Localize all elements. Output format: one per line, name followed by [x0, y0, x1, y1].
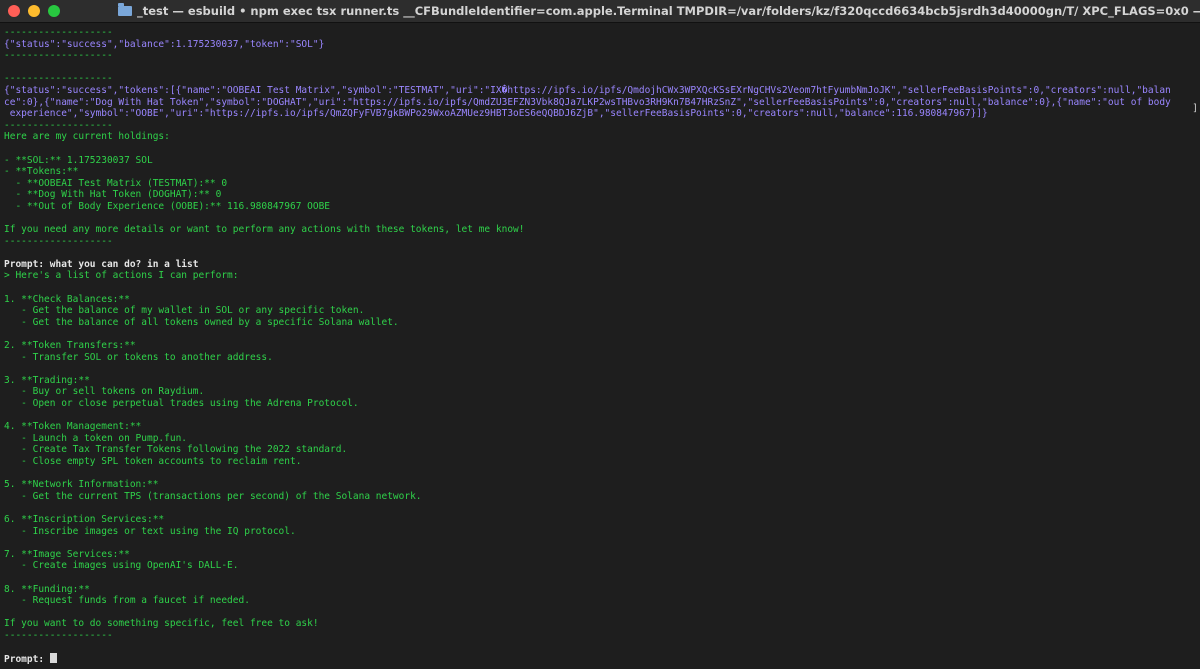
text-cursor: [49, 653, 57, 664]
terminal-line: -------------------: [4, 235, 113, 247]
title-bar[interactable]: _test — esbuild • npm exec tsx runner.ts…: [0, 0, 1200, 23]
terminal-line: - Get the balance of my wallet in SOL or…: [4, 305, 365, 317]
terminal-line: 5. **Network Information:**: [4, 479, 159, 491]
terminal-line: - Buy or sell tokens on Raydium.: [4, 386, 205, 398]
close-button[interactable]: [8, 5, 20, 17]
command-prompt[interactable]: Prompt:: [4, 653, 1196, 665]
terminal-line: -------------------: [4, 27, 113, 38]
terminal-line: If you want to do something specific, fe…: [4, 618, 319, 630]
terminal-line: - **SOL:** 1.175230037 SOL: [4, 154, 153, 166]
window-title-area: _test — esbuild • npm exec tsx runner.ts…: [118, 0, 1200, 22]
prompt-label: Prompt:: [4, 654, 50, 666]
terminal-line: - **OOBEAI Test Matrix (TESTMAT):** 0: [4, 177, 228, 189]
terminal-line: -------------------: [4, 73, 113, 85]
terminal-line: - Close empty SPL token accounts to recl…: [4, 455, 302, 467]
terminal-line: - Inscribe images or text using the IQ p…: [4, 525, 296, 537]
terminal-line: - **Tokens:**: [4, 166, 79, 178]
terminal-line: -------------------: [4, 629, 113, 641]
terminal-output[interactable]: ------------------- {"status":"success","…: [0, 23, 1200, 669]
terminal-line: {"status":"success","tokens":[{"name":"O…: [4, 84, 1171, 96]
terminal-line: 7. **Image Services:**: [4, 548, 130, 560]
terminal-line: - Launch a token on Pump.fun.: [4, 432, 188, 444]
terminal-line: - **Out of Body Experience (OOBE):** 116…: [4, 200, 331, 212]
terminal-line: Here are my current holdings:: [4, 131, 170, 143]
terminal-line: - Create Tax Transfer Tokens following t…: [4, 444, 348, 456]
terminal-line: experience","symbol":"OOBE","uri":"https…: [4, 108, 988, 120]
terminal-line: 8. **Funding:**: [4, 583, 90, 595]
terminal-line: - Get the balance of all tokens owned by…: [4, 316, 399, 328]
terminal-line: - **Dog With Hat Token (DOGHAT):** 0: [4, 189, 222, 201]
window-controls: [8, 5, 60, 17]
terminal-line: 2. **Token Transfers:**: [4, 340, 136, 352]
folder-icon: [118, 3, 132, 16]
terminal-line: > Here's a list of actions I can perform…: [4, 270, 239, 282]
zoom-button[interactable]: [48, 5, 60, 17]
terminal-line: 4. **Token Management:**: [4, 421, 142, 433]
window-title: _test — esbuild • npm exec tsx runner.ts…: [137, 4, 1200, 18]
terminal-line: ce":0},{"name":"Dog With Hat Token","sym…: [4, 96, 1171, 108]
terminal-line: 6. **Inscription Services:**: [4, 513, 165, 525]
terminal-line: - Get the current TPS (transactions per …: [4, 490, 422, 502]
minimize-button[interactable]: [28, 5, 40, 17]
terminal-line: Prompt: what you can do? in a list: [4, 258, 199, 270]
terminal-line: -------------------: [4, 119, 113, 131]
terminal-line: -------------------: [4, 50, 113, 62]
terminal-line: - Create images using OpenAI's DALL-E.: [4, 560, 239, 572]
terminal-line: - Request funds from a faucet if needed.: [4, 595, 250, 607]
terminal-line: {"status":"success","balance":1.17523003…: [4, 38, 325, 50]
terminal-line: 1. **Check Balances:**: [4, 293, 130, 305]
terminal-window: _test — esbuild • npm exec tsx runner.ts…: [0, 0, 1200, 669]
line-marker: ]: [1192, 103, 1198, 114]
terminal-line: - Transfer SOL or tokens to another addr…: [4, 351, 273, 363]
terminal-line: If you need any more details or want to …: [4, 224, 525, 236]
terminal-line: - Open or close perpetual trades using t…: [4, 398, 359, 409]
terminal-line: 3. **Trading:**: [4, 374, 90, 386]
